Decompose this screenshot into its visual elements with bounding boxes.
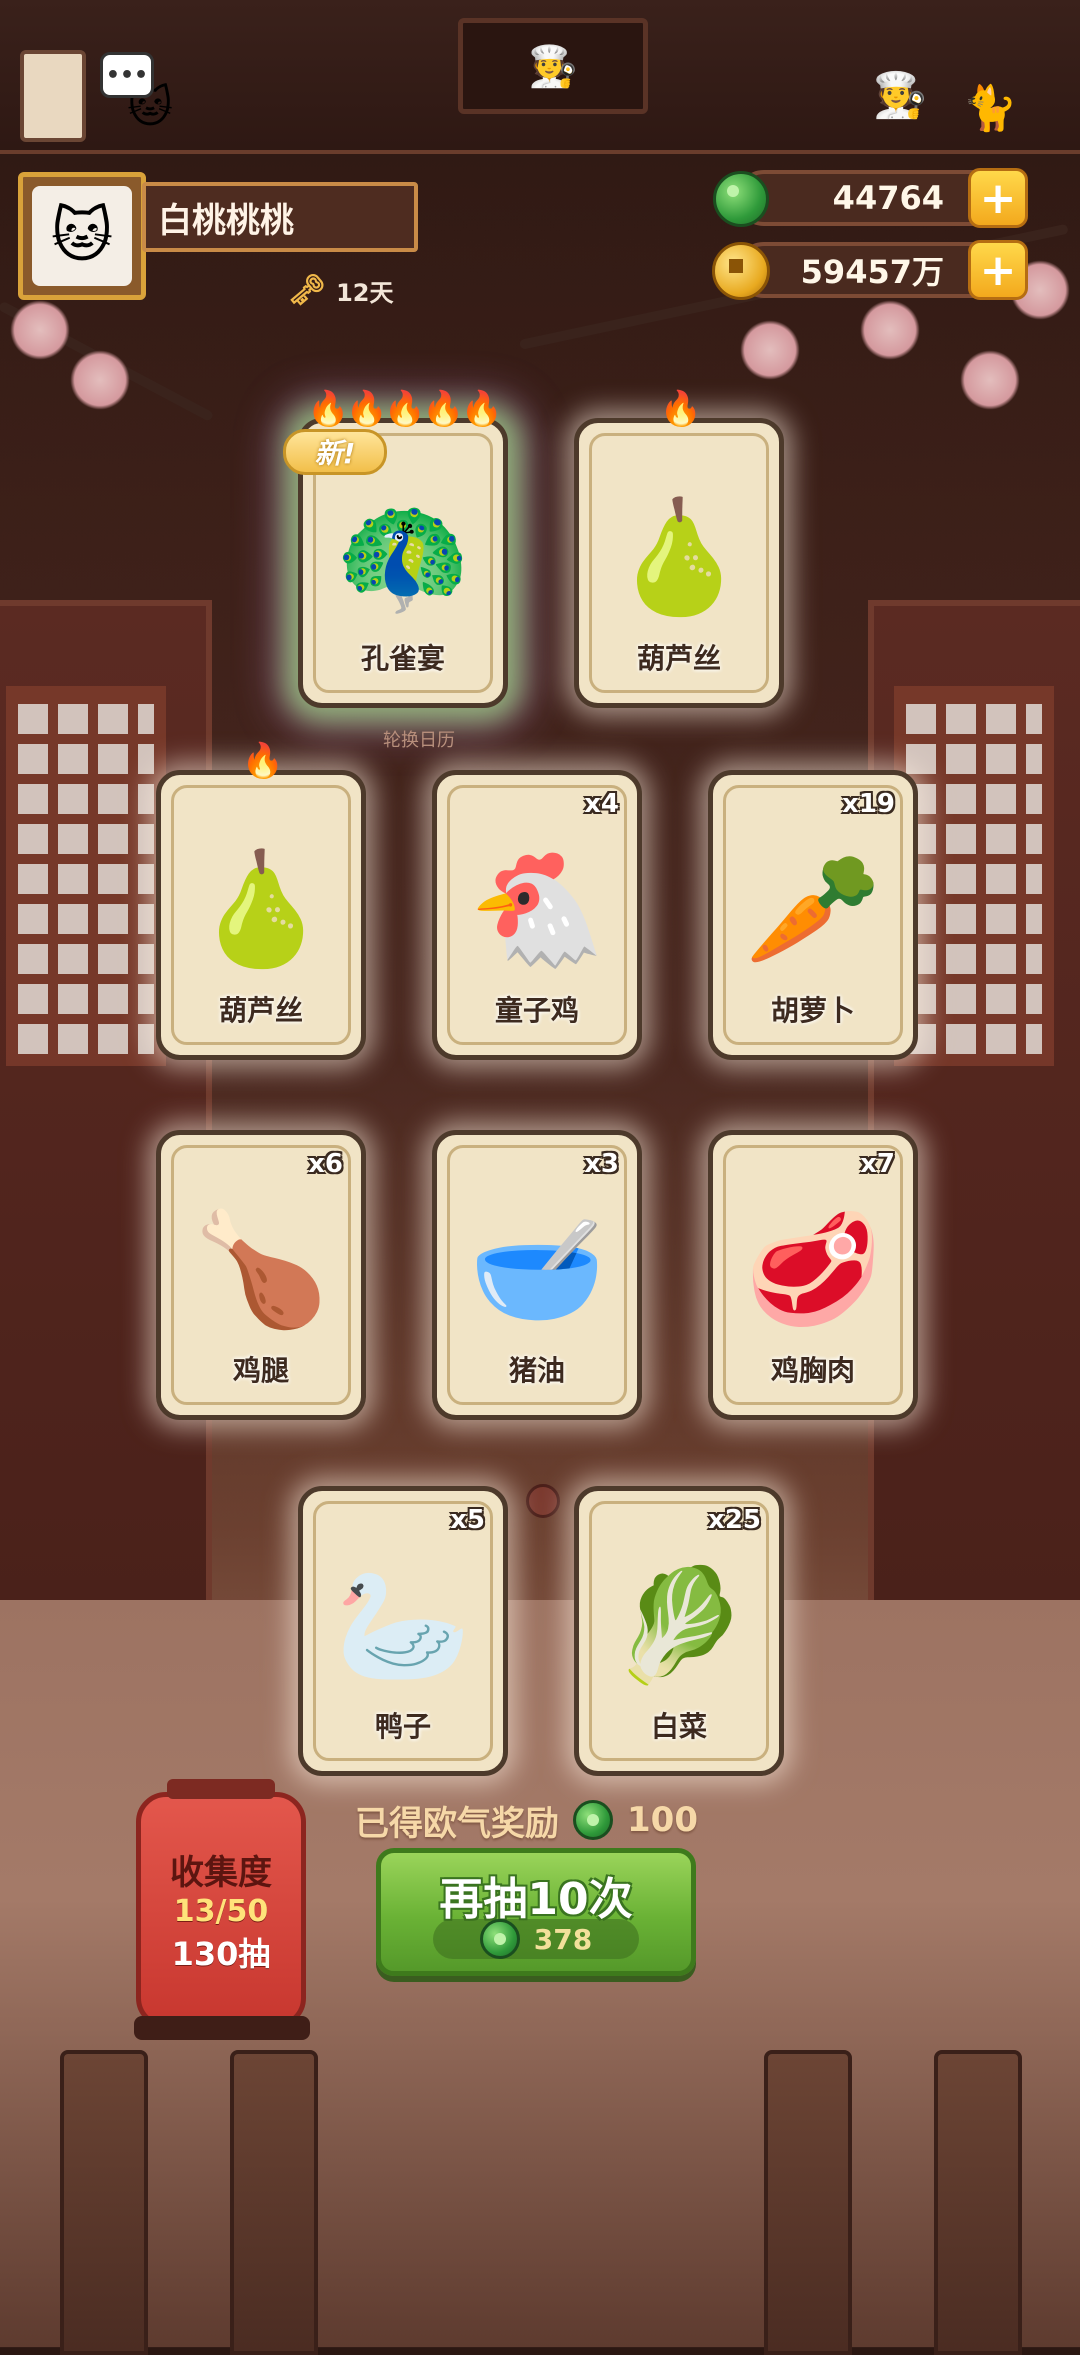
collection-lantern[interactable]: 收集度 13/50 130抽 <box>136 1779 306 2028</box>
fence-post <box>230 2050 318 2355</box>
gourd-icon: 🍐 <box>192 845 330 974</box>
blossom <box>860 300 920 360</box>
fence-post <box>60 2050 148 2355</box>
window-lattice-left <box>6 686 166 1066</box>
collection-progress: 13/50 <box>173 1894 269 1929</box>
carrot-icon: 🥕 <box>744 845 882 974</box>
card-peacock-feast[interactable]: 🔥🔥🔥🔥🔥 新! 🦚 孔雀宴 <box>283 389 508 708</box>
draw-cost: 378 <box>433 1919 639 1959</box>
chat-bubble-icon[interactable]: ••• <box>100 52 154 98</box>
card-cabbage[interactable]: x25 🥬 白菜 <box>574 1486 784 1776</box>
coin-amount: 59457万 <box>800 253 944 291</box>
card-count: x19 <box>842 789 895 819</box>
card-gourd[interactable]: 🔥 🍐 葫芦丝 <box>156 741 366 1060</box>
card-lard[interactable]: x3 🥣 猪油 <box>432 1130 642 1420</box>
jade-icon <box>479 1919 520 1959</box>
cabbage-icon: 🥬 <box>610 1561 748 1690</box>
fence-post <box>764 2050 852 2355</box>
card-name: 鸭子 <box>374 1710 431 1743</box>
chicken-icon: 🐔 <box>468 845 606 974</box>
jade-icon <box>710 168 772 230</box>
peacock-feast-icon: 🦚 <box>334 493 472 622</box>
card-chicken-breast[interactable]: x7 🥩 鸡胸肉 <box>708 1130 918 1420</box>
card-spring-chicken[interactable]: x4 🐔 童子鸡 <box>432 770 642 1060</box>
card-count: x4 <box>584 789 619 819</box>
card-name: 葫芦丝 <box>636 642 721 675</box>
card-name: 葫芦丝 <box>218 994 303 1027</box>
player-name: 白桃桃桃 <box>142 182 418 252</box>
draw-button-label: 再抽10次 <box>439 1874 633 1925</box>
collection-title: 收集度 <box>170 1853 272 1893</box>
chicken-breast-icon: 🥩 <box>744 1205 882 1334</box>
card-count: x3 <box>584 1149 619 1179</box>
jade-icon <box>573 1800 613 1840</box>
new-badge: 新! <box>283 429 387 475</box>
coin-icon <box>710 240 772 302</box>
card-name: 孔雀宴 <box>360 642 445 675</box>
flame-icon: 🔥🔥🔥🔥🔥 <box>307 389 503 429</box>
window-lattice-right <box>894 686 1054 1066</box>
card-count: x6 <box>308 1149 343 1179</box>
gourd-icon: 🍐 <box>610 493 748 622</box>
collection-draws: 130抽 <box>171 1935 271 1973</box>
days-indicator: 🗝 12天 <box>288 270 394 310</box>
card-carrot[interactable]: x19 🥕 胡萝卜 <box>708 770 918 1060</box>
coin-currency: 59457万 + <box>712 240 1028 300</box>
card-gourd[interactable]: 🔥 🍐 葫芦丝 <box>574 389 784 708</box>
draw-cost-value: 378 <box>533 1922 593 1956</box>
jade-currency: 44764 + <box>713 168 1028 228</box>
wall-left <box>0 600 212 1612</box>
card-name: 鸡腿 <box>232 1354 289 1387</box>
jade-amount: 44764 <box>832 179 944 217</box>
avatar[interactable]: 🐱 <box>18 172 146 300</box>
duck-icon: 🦢 <box>334 1561 472 1690</box>
flame-icon: 🔥 <box>659 389 702 429</box>
white-cat-icon[interactable]: 🐈 <box>950 68 1030 148</box>
card-count: x5 <box>450 1505 485 1535</box>
key-icon: 🗝 <box>288 272 327 308</box>
draw-again-button[interactable]: 再抽10次 378 <box>376 1848 696 1976</box>
banner-icon[interactable]: 🧑‍🍳 <box>458 18 648 114</box>
blossom <box>70 350 130 410</box>
lantern-base <box>134 2016 310 2040</box>
luck-reward: 已得欧气奖励 100 <box>355 1792 698 1848</box>
card-count: x7 <box>860 1149 895 1179</box>
pin-icon <box>526 1484 560 1518</box>
blossom <box>740 320 800 380</box>
reward-value: 100 <box>627 1800 698 1840</box>
fence-post <box>934 2050 1022 2355</box>
blossom <box>960 350 1020 410</box>
avatar-cat-icon: 🐱 <box>32 186 132 286</box>
wall-right <box>868 600 1080 1612</box>
add-jade-button[interactable]: + <box>968 168 1028 228</box>
chicken-leg-icon: 🍗 <box>192 1205 330 1334</box>
card-name: 童子鸡 <box>494 994 579 1027</box>
card-name: 白菜 <box>650 1710 707 1743</box>
reward-label: 已得欧气奖励 <box>355 1803 559 1844</box>
days-count: 12天 <box>336 278 394 307</box>
scroll-icon[interactable] <box>20 50 86 142</box>
card-count: x25 <box>708 1505 761 1535</box>
card-name: 猪油 <box>508 1354 565 1387</box>
card-chicken-leg[interactable]: x6 🍗 鸡腿 <box>156 1130 366 1420</box>
card-name: 鸡胸肉 <box>770 1354 855 1387</box>
flame-icon: 🔥 <box>241 741 284 781</box>
chef-character-icon[interactable]: 🧑‍🍳 <box>860 50 940 140</box>
add-coins-button[interactable]: + <box>968 240 1028 300</box>
card-duck[interactable]: x5 🦢 鸭子 <box>298 1486 508 1776</box>
lard-icon: 🥣 <box>468 1205 606 1334</box>
rotation-calendar-label: 轮换日历 <box>383 730 455 751</box>
blossom <box>10 300 70 360</box>
card-name: 胡萝卜 <box>770 994 855 1027</box>
